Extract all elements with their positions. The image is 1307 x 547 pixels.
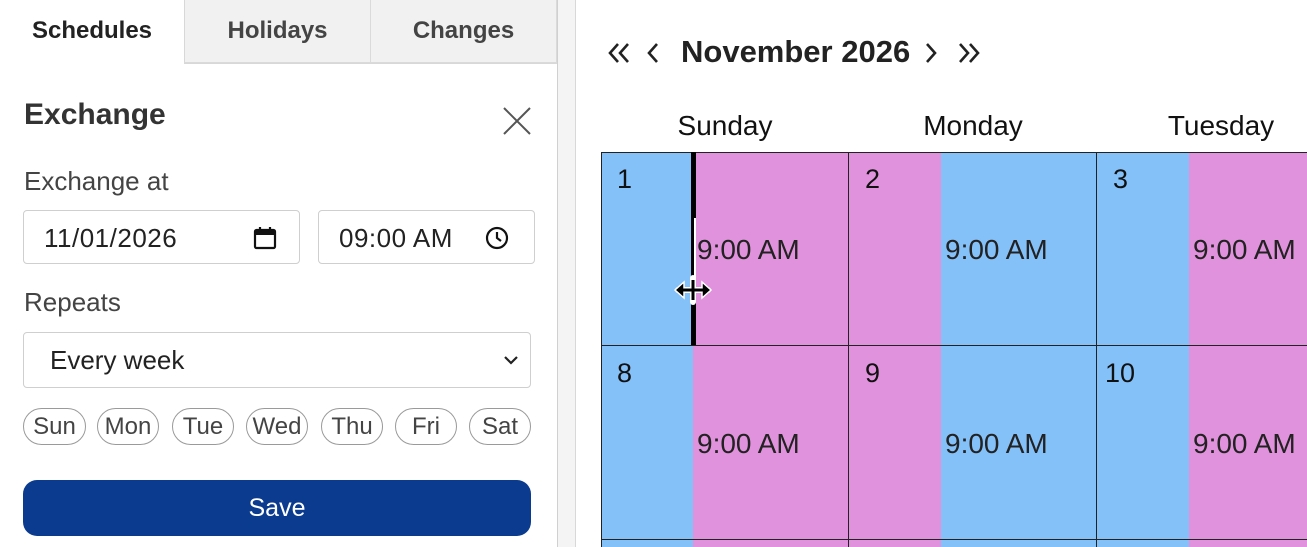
schedule-block-left xyxy=(1097,152,1189,345)
calendar-border xyxy=(575,0,576,547)
month-title: November 2026 xyxy=(681,34,911,69)
exchange-time: 9:00 AM xyxy=(1193,234,1296,265)
exchange-at-label: Exchange at xyxy=(24,166,169,196)
day-toggle-tue[interactable]: Tue xyxy=(172,408,234,445)
grid-line xyxy=(848,152,849,547)
day-number: 9 xyxy=(865,358,881,388)
calendar-icon[interactable] xyxy=(252,225,278,251)
schedule-block-right[interactable] xyxy=(1189,540,1307,547)
schedule-block-left xyxy=(601,540,693,547)
date-value: 11/01/2026 xyxy=(44,223,178,253)
day-number: 3 xyxy=(1113,164,1129,194)
exchange-time: 9:00 AM xyxy=(697,428,800,459)
day-number: 10 xyxy=(1105,358,1136,388)
repeats-value: Every week xyxy=(50,345,185,375)
move-cursor-icon xyxy=(673,275,713,305)
exchange-time: 9:00 AM xyxy=(1193,428,1296,459)
exchange-panel: Schedules Holidays Changes Exchange Exch… xyxy=(0,0,557,547)
weekday-header-tuesday: Tuesday xyxy=(1167,110,1275,141)
date-input[interactable]: 11/01/2026 xyxy=(23,210,300,264)
chevron-right-icon xyxy=(926,43,937,63)
schedule-block-right[interactable] xyxy=(941,540,1097,547)
day-cell[interactable]: 1 9:00 AM xyxy=(601,152,849,345)
day-cell[interactable]: 10 9:00 AM xyxy=(1097,346,1307,539)
weekday-header-sunday: Sunday xyxy=(677,110,773,141)
day-number: 8 xyxy=(617,358,633,388)
panel-gutter xyxy=(558,0,575,547)
time-value: 09:00 AM xyxy=(339,223,453,253)
day-toggle-sun[interactable]: Sun xyxy=(23,408,86,445)
grid-line xyxy=(1096,152,1097,547)
next-year-button[interactable] xyxy=(956,36,982,70)
double-chevron-right-icon xyxy=(959,43,980,63)
prev-year-button[interactable] xyxy=(606,36,632,70)
grid-line xyxy=(601,152,602,547)
repeats-select[interactable]: Every week xyxy=(23,332,531,388)
day-toggle-fri[interactable]: Fri xyxy=(395,408,457,445)
day-cell[interactable] xyxy=(849,540,1097,547)
tab-changes[interactable]: Changes xyxy=(370,0,557,63)
schedule-block-left xyxy=(601,152,693,345)
day-cell[interactable] xyxy=(1097,540,1307,547)
exchange-time: 9:00 AM xyxy=(697,234,800,265)
day-cell[interactable]: 2 9:00 AM xyxy=(849,152,1097,345)
double-chevron-left-icon xyxy=(608,43,629,63)
schedule-block-left xyxy=(849,346,941,539)
day-toggle-mon[interactable]: Mon xyxy=(97,408,159,445)
close-icon xyxy=(503,107,531,135)
panel-title: Exchange xyxy=(24,98,166,131)
chevron-down-icon xyxy=(500,349,522,371)
grid-line xyxy=(601,152,1307,153)
day-number: 1 xyxy=(617,164,633,194)
day-toggle-wed[interactable]: Wed xyxy=(246,408,308,445)
day-cell[interactable]: 3 9:00 AM xyxy=(1097,152,1307,345)
schedule-block-left xyxy=(1097,540,1189,547)
save-button[interactable]: Save xyxy=(23,480,531,536)
next-month-button[interactable] xyxy=(922,36,940,70)
time-input[interactable]: 09:00 AM xyxy=(318,210,535,264)
close-button[interactable] xyxy=(500,104,534,138)
calendar-grid: 1 9:00 AM 2 9:00 AM 3 9:00 AM 8 9:00 AM … xyxy=(601,152,1307,547)
weekday-header-monday: Monday xyxy=(923,110,1023,141)
schedule-block-left xyxy=(849,152,941,345)
day-cell[interactable] xyxy=(601,540,849,547)
schedule-block-left xyxy=(601,346,693,539)
grid-line xyxy=(601,539,1307,540)
day-toggle-thu[interactable]: Thu xyxy=(321,408,383,445)
day-toggle-sat[interactable]: Sat xyxy=(469,408,531,445)
repeats-label: Repeats xyxy=(24,287,121,317)
tab-schedules[interactable]: Schedules xyxy=(0,0,184,64)
schedule-block-left xyxy=(849,540,941,547)
day-cell[interactable]: 9 9:00 AM xyxy=(849,346,1097,539)
schedule-block-right[interactable] xyxy=(693,540,849,547)
prev-month-button[interactable] xyxy=(644,36,662,70)
tab-bar: Schedules Holidays Changes xyxy=(0,0,557,64)
chevron-left-icon xyxy=(647,43,658,63)
exchange-time: 9:00 AM xyxy=(945,234,1048,265)
day-number: 2 xyxy=(865,164,881,194)
grid-line xyxy=(601,345,1307,346)
tab-underline xyxy=(184,63,557,64)
exchange-time: 9:00 AM xyxy=(945,428,1048,459)
tab-holidays[interactable]: Holidays xyxy=(184,0,371,63)
clock-icon[interactable] xyxy=(484,225,510,251)
day-cell[interactable]: 8 9:00 AM xyxy=(601,346,849,539)
